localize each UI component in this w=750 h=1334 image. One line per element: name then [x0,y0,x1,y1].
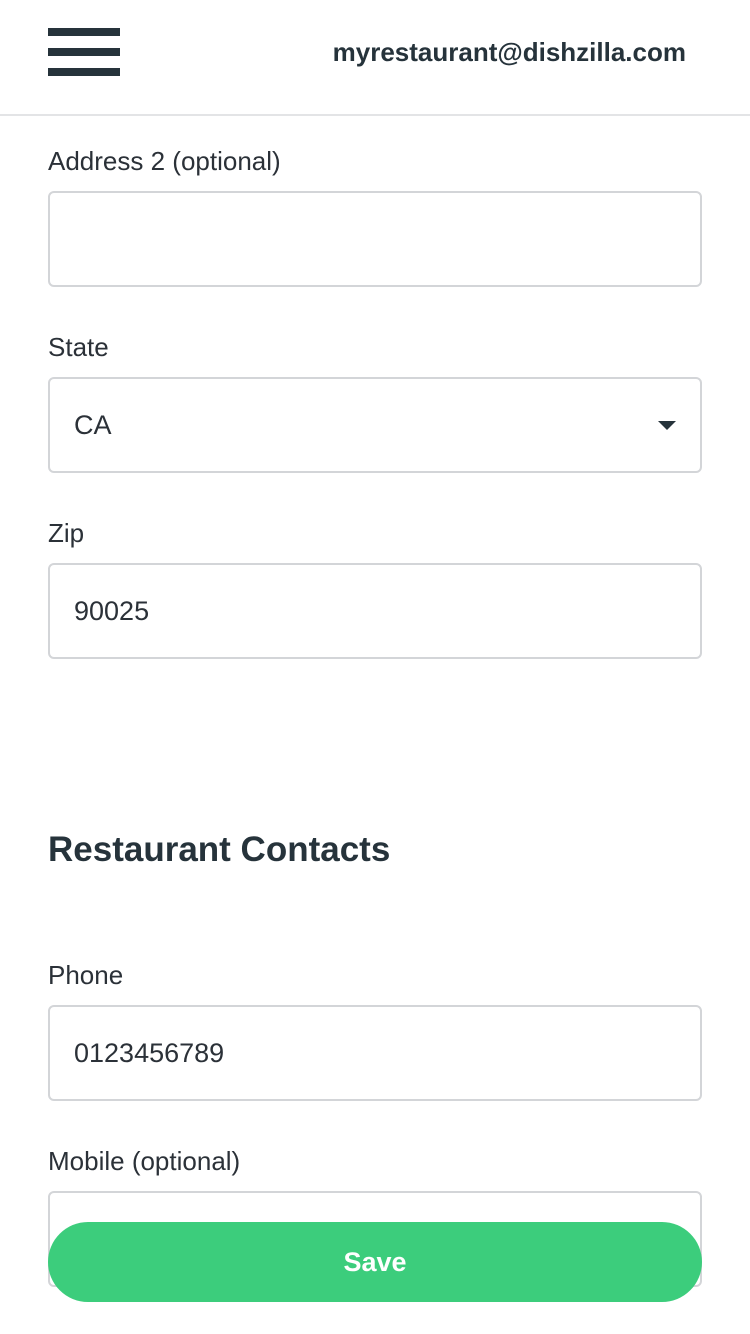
save-button[interactable]: Save [48,1222,702,1302]
menu-line [48,48,120,56]
zip-input[interactable]: 90025 [48,563,702,659]
menu-line [48,68,120,76]
hamburger-menu-icon[interactable] [48,28,120,76]
phone-input[interactable]: 0123456789 [48,1005,702,1101]
account-email[interactable]: myrestaurant@dishzilla.com [333,34,686,70]
zip-label: Zip [48,518,85,548]
section-title-restaurant-contacts: Restaurant Contacts [48,830,391,869]
phone-value: 0123456789 [74,1038,225,1068]
zip-value: 90025 [74,596,150,626]
caret-down-icon [658,421,676,430]
state-selected-value: CA [74,410,112,440]
state-label: State [48,332,109,362]
mobile-label: Mobile (optional) [48,1146,241,1176]
top-bar: myrestaurant@dishzilla.com [0,0,750,116]
address2-input[interactable] [48,191,702,287]
address2-label: Address 2 (optional) [48,146,281,176]
menu-line [48,28,120,36]
state-select[interactable]: CA [48,377,702,473]
phone-label: Phone [48,960,124,990]
